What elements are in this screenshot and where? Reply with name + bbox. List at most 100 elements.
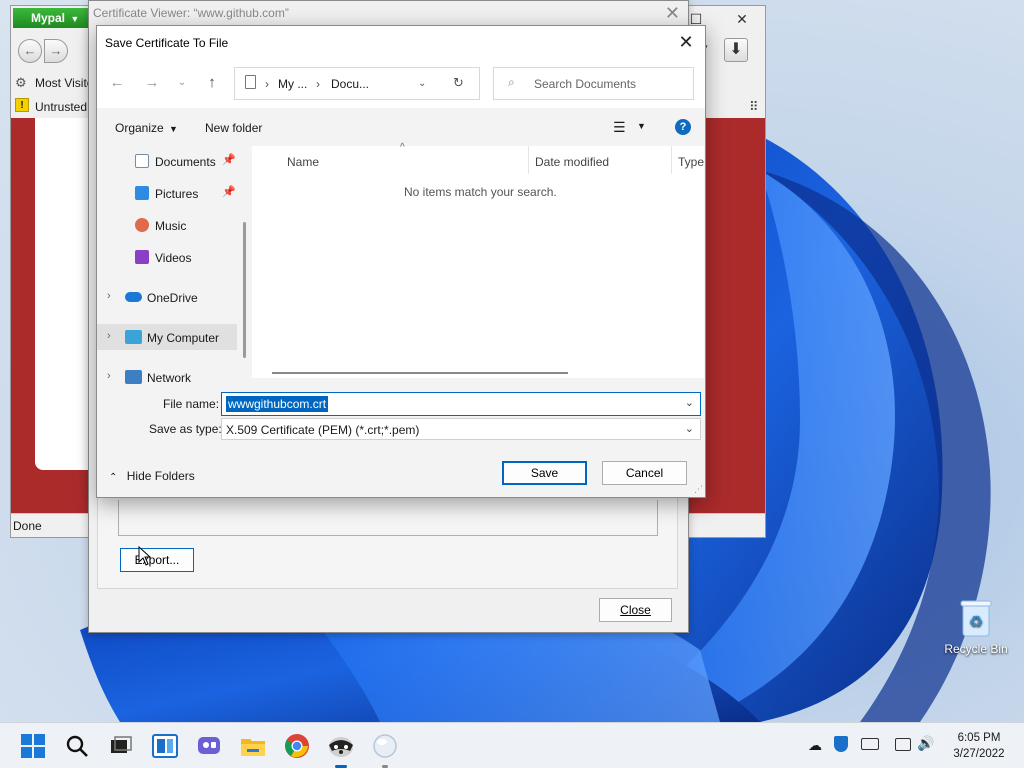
search-input[interactable]: ⌕ Search Documents bbox=[493, 67, 694, 100]
address-bar[interactable]: › My ... › Docu... ⌄ ↻ bbox=[234, 67, 480, 100]
untrusted-label[interactable]: Untrusted bbox=[35, 100, 87, 114]
file-explorer-icon[interactable] bbox=[238, 731, 268, 761]
close-icon[interactable]: ✕ bbox=[669, 26, 703, 58]
nav-pane-scrollbar[interactable] bbox=[243, 222, 246, 358]
cancel-button[interactable]: Cancel bbox=[602, 461, 687, 485]
file-list-scrollbar[interactable] bbox=[272, 372, 568, 374]
download-button[interactable]: ⬇ bbox=[724, 38, 748, 62]
file-name-label: File name: bbox=[163, 397, 220, 411]
document-location-icon bbox=[245, 75, 256, 89]
export-button[interactable]: Export... bbox=[120, 548, 194, 572]
cert-field-value-box bbox=[118, 500, 658, 536]
breadcrumb-separator-icon: › bbox=[316, 77, 320, 91]
documents-icon bbox=[135, 154, 149, 168]
save-type-label: Save as type: bbox=[149, 422, 222, 436]
save-button[interactable]: Save bbox=[502, 461, 587, 485]
column-divider bbox=[671, 146, 672, 174]
task-view-icon[interactable] bbox=[106, 731, 136, 761]
clock[interactable]: 6:05 PM 3/27/2022 bbox=[944, 730, 1014, 762]
close-button[interactable]: Close bbox=[599, 598, 672, 622]
hide-folders-toggle[interactable]: ⌃ Hide Folders bbox=[109, 469, 195, 483]
breadcrumb-documents[interactable]: Docu... bbox=[331, 77, 369, 91]
chevron-down-icon[interactable]: ⌄ bbox=[685, 396, 694, 409]
nav-item-videos[interactable]: Videos bbox=[97, 244, 237, 270]
nav-item-onedrive[interactable]: › OneDrive bbox=[97, 284, 237, 310]
nav-item-pictures[interactable]: Pictures 📌 bbox=[97, 180, 237, 206]
recycle-bin-shortcut[interactable]: ♻ Recycle Bin bbox=[944, 598, 1008, 656]
command-bar: Organize ▼ New folder ☰ ▼ ? bbox=[97, 108, 705, 146]
nav-item-documents[interactable]: Documents 📌 bbox=[97, 148, 237, 174]
onedrive-icon bbox=[125, 292, 142, 302]
nav-item-label: Network bbox=[147, 371, 192, 385]
pin-icon: 📌 bbox=[222, 154, 236, 166]
nav-item-label: Videos bbox=[155, 251, 192, 265]
up-arrow-icon[interactable]: ↑ bbox=[202, 74, 222, 91]
close-icon[interactable]: ✕ bbox=[665, 3, 680, 24]
chrome-icon[interactable] bbox=[282, 731, 312, 761]
save-type-select[interactable]: X.509 Certificate (PEM) (*.crt;*.pem) ⌄ bbox=[221, 418, 701, 440]
new-folder-button[interactable]: New folder bbox=[205, 121, 262, 135]
hide-folders-label: Hide Folders bbox=[126, 469, 195, 483]
defender-icon[interactable] bbox=[834, 736, 848, 752]
nav-item-music[interactable]: Music bbox=[97, 212, 237, 238]
chevron-down-icon: ▼ bbox=[169, 124, 178, 134]
nav-item-label: Pictures bbox=[155, 187, 199, 201]
bookmark-most-visited[interactable]: Most Visite bbox=[35, 76, 93, 90]
app-menu-button[interactable]: Mypal ▼ bbox=[13, 8, 93, 28]
resize-grip-icon[interactable]: ⋰ bbox=[694, 484, 703, 495]
bookmark-folder-icon: ⚙ bbox=[15, 75, 27, 90]
mypal-icon[interactable] bbox=[326, 731, 356, 768]
nav-item-label: Documents bbox=[155, 155, 216, 169]
column-divider bbox=[528, 146, 529, 174]
chevron-right-icon[interactable]: › bbox=[107, 330, 111, 342]
videos-icon bbox=[135, 250, 149, 264]
taskbar: ☁ 🔊 6:05 PM 3/27/2022 bbox=[0, 722, 1024, 768]
view-options-icon[interactable]: ☰ bbox=[613, 119, 626, 136]
save-file-dialog: Save Certificate To File ✕ ← → ⌄ ↑ › My … bbox=[96, 25, 706, 498]
grid-icon[interactable]: ⠿ bbox=[749, 99, 759, 115]
network-icon bbox=[125, 370, 142, 384]
recent-locations-icon[interactable]: ⌄ bbox=[172, 77, 192, 88]
display-icon[interactable] bbox=[895, 738, 911, 751]
app-menu-label: Mypal bbox=[31, 11, 66, 25]
sort-ascending-icon: ^ bbox=[400, 142, 405, 153]
help-icon[interactable]: ? bbox=[675, 119, 691, 135]
address-bar-row: ← → ⌄ ↑ › My ... › Docu... ⌄ ↻ ⌕ Search … bbox=[97, 58, 705, 108]
app-icon[interactable] bbox=[370, 731, 400, 768]
search-icon[interactable] bbox=[62, 731, 92, 761]
widgets-icon[interactable] bbox=[150, 731, 180, 761]
breadcrumb-my-computer[interactable]: My ... bbox=[278, 77, 307, 91]
network-status-icon[interactable]: ☁ bbox=[808, 737, 822, 754]
nav-item-network[interactable]: › Network bbox=[97, 364, 237, 386]
chevron-down-icon: ▼ bbox=[70, 14, 80, 24]
close-button[interactable]: ✕ bbox=[719, 6, 765, 32]
file-name-input[interactable]: wwwgithubcom.crt ⌄ bbox=[221, 392, 701, 416]
empty-results-message: No items match your search. bbox=[404, 185, 557, 199]
address-dropdown-icon[interactable]: ⌄ bbox=[418, 78, 426, 89]
recycle-bin-icon: ♻ bbox=[959, 598, 993, 638]
chat-icon[interactable] bbox=[194, 731, 224, 761]
column-header-name[interactable]: Name bbox=[287, 155, 319, 169]
breadcrumb-separator-icon: › bbox=[265, 77, 269, 91]
refresh-icon[interactable]: ↻ bbox=[453, 75, 464, 91]
music-icon bbox=[135, 218, 149, 232]
organize-menu[interactable]: Organize ▼ bbox=[115, 121, 178, 135]
back-button[interactable]: ← bbox=[18, 39, 42, 63]
chevron-right-icon[interactable]: › bbox=[107, 290, 111, 302]
column-header-date-modified[interactable]: Date modified bbox=[535, 155, 609, 169]
nav-item-my-computer[interactable]: › My Computer bbox=[97, 324, 237, 350]
forward-button[interactable]: → bbox=[44, 39, 68, 63]
column-header-type[interactable]: Type bbox=[678, 155, 704, 169]
nav-item-label: My Computer bbox=[147, 331, 220, 345]
keyboard-icon[interactable] bbox=[861, 738, 879, 750]
start-icon[interactable] bbox=[18, 731, 48, 761]
svg-text:♻: ♻ bbox=[969, 612, 983, 631]
view-dropdown-icon[interactable]: ▼ bbox=[637, 121, 646, 131]
back-arrow-icon[interactable]: ← bbox=[107, 74, 127, 91]
volume-icon[interactable]: 🔊 bbox=[917, 735, 934, 752]
nav-item-label: Music bbox=[155, 219, 187, 233]
forward-arrow-icon[interactable]: → bbox=[142, 74, 162, 91]
chevron-right-icon[interactable]: › bbox=[107, 370, 111, 382]
pictures-icon bbox=[135, 186, 149, 200]
organize-label: Organize bbox=[115, 121, 164, 135]
